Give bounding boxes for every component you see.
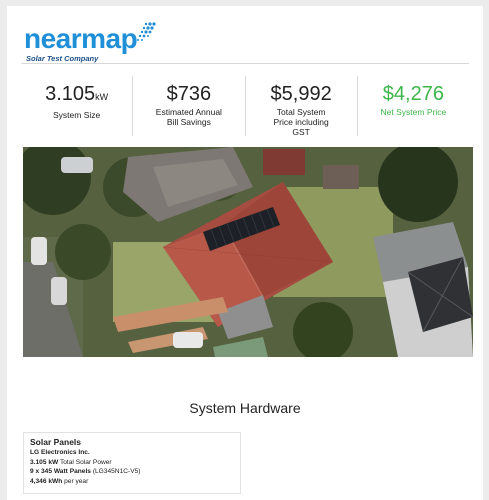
stats-row: 3.105kW System Size $736 Estimated Annua… — [21, 76, 469, 137]
stat-net-price: $4,276 Net System Price — [356, 76, 469, 136]
proposal-page: nearmap Solar Test Company 3.105kW Syste… — [7, 6, 483, 500]
stat-system-size: 3.105kW System Size — [21, 76, 132, 136]
stat-label: Net System Price — [380, 107, 447, 117]
stat-label: Total System Price including GST — [273, 107, 329, 137]
aerial-roof-image — [23, 147, 473, 357]
stat-value: $4,276 — [382, 83, 444, 105]
panel-manufacturer: LG Electronics Inc. — [30, 449, 90, 456]
logo-tagline: Solar Test Company — [26, 54, 99, 63]
total-solar-power: 3.105 kW Total Solar Power — [30, 458, 112, 466]
stat-label: Estimated Annual Bill Savings — [155, 107, 222, 127]
solar-panels-card: Solar Panels LG Electronics Inc. 3.105 k… — [23, 432, 241, 494]
annual-yield: 4,346 kWh per year — [30, 477, 89, 485]
stat-label: System Size — [53, 110, 101, 120]
stat-value: $5,992 — [270, 83, 332, 105]
system-hardware-heading: System Hardware — [189, 400, 301, 416]
stat-total-price: $5,992 Total System Price including GST — [244, 76, 357, 137]
stat-unit: kW — [95, 92, 109, 102]
logo-dots-icon — [134, 22, 156, 44]
stat-value: 3.105kW — [45, 83, 109, 105]
aerial-photo — [23, 147, 473, 357]
company-logo: nearmap Solar Test Company — [24, 19, 184, 63]
stat-bill-savings: $736 Estimated Annual Bill Savings — [132, 76, 244, 136]
stat-value: $736 — [166, 83, 212, 105]
panel-spec: 9 x 345 Watt Panels (LG345N1C-V5) — [30, 468, 141, 475]
logo-wordmark: nearmap — [24, 23, 138, 54]
header-divider — [21, 63, 469, 64]
card-title: Solar Panels — [30, 437, 82, 447]
